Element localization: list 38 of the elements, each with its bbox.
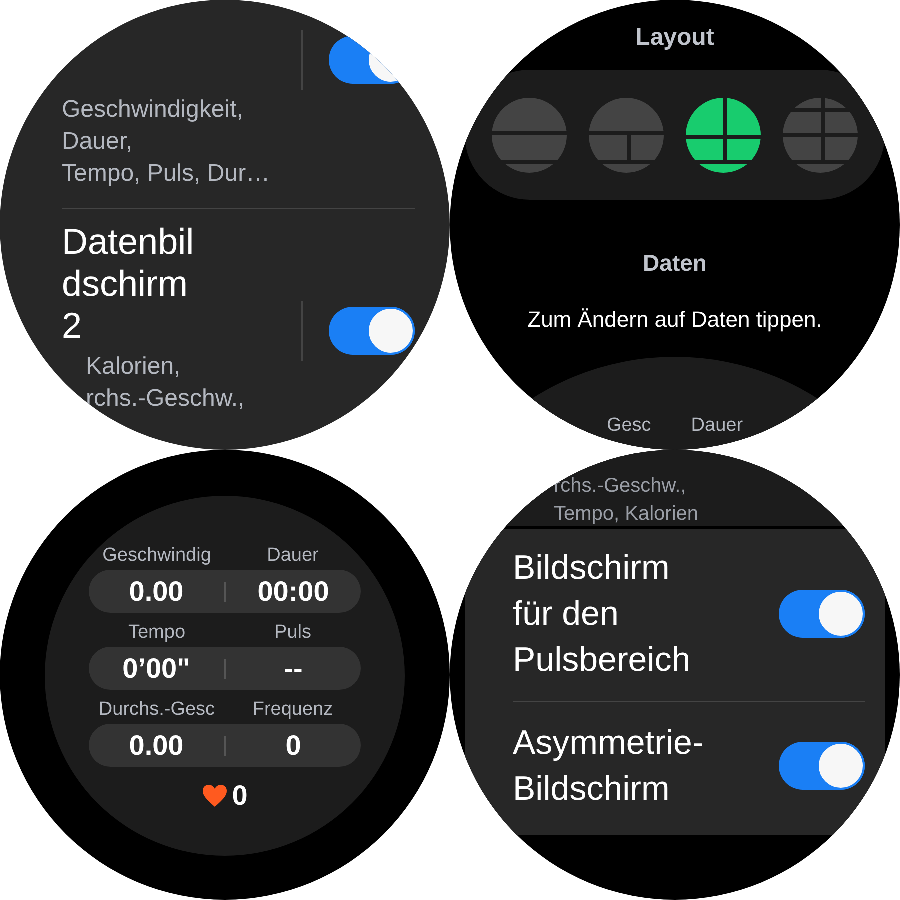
field-label: Frequenz bbox=[252, 698, 334, 722]
field-label: Puls bbox=[274, 621, 312, 645]
field-label: Dauer bbox=[267, 544, 319, 568]
field-value: 0’00" bbox=[122, 652, 190, 686]
field-value: 0 bbox=[286, 728, 302, 762]
item-title: Pulsbereich bbox=[513, 640, 691, 681]
item-summary: Dauer, bbox=[62, 127, 134, 157]
field-value: 00:00 bbox=[258, 574, 330, 608]
field-value: 0.00 bbox=[129, 728, 184, 762]
item-title: Bildschirm bbox=[513, 769, 671, 810]
item-summary: Tempo, Puls, Dur… bbox=[62, 159, 272, 189]
heart-icon bbox=[202, 784, 228, 808]
field-label: Geschwindig bbox=[102, 544, 212, 568]
field-label: Durchs.-Gesc bbox=[98, 698, 216, 722]
toggle-switch[interactable] bbox=[329, 307, 415, 355]
item-summary: Kalorien, bbox=[86, 352, 182, 382]
item-title: Datenbil bbox=[62, 221, 194, 263]
field-value: 0.00 bbox=[129, 574, 184, 608]
section-title: Daten bbox=[643, 249, 707, 278]
field-label: Dauer bbox=[691, 415, 744, 438]
item-summary: Tempo, Kalorien bbox=[554, 502, 700, 527]
item-summary: rchs.-Geschw., bbox=[554, 474, 688, 499]
field-label: Tempo bbox=[128, 621, 186, 645]
toggle-switch[interactable] bbox=[779, 590, 865, 638]
toggle-switch[interactable] bbox=[779, 742, 865, 790]
hint-text: Zum Ändern auf Daten tippen. bbox=[528, 306, 822, 334]
layout-option[interactable] bbox=[686, 98, 761, 172]
field-label: Gesc bbox=[606, 415, 652, 438]
item-summary: rchs.-Geschw., bbox=[86, 384, 246, 414]
screen-title: Layout bbox=[636, 23, 714, 53]
heart-rate-value: 0 bbox=[232, 779, 248, 813]
item-title: Bildschirm bbox=[513, 548, 671, 589]
item-title: Asymmetrie- bbox=[513, 723, 704, 764]
item-title: für den bbox=[513, 594, 620, 635]
item-title: 2 bbox=[62, 305, 84, 347]
item-title: dschirm bbox=[62, 263, 190, 305]
field-value: -- bbox=[284, 652, 303, 686]
item-summary: Geschwindigkeit, bbox=[62, 95, 244, 125]
